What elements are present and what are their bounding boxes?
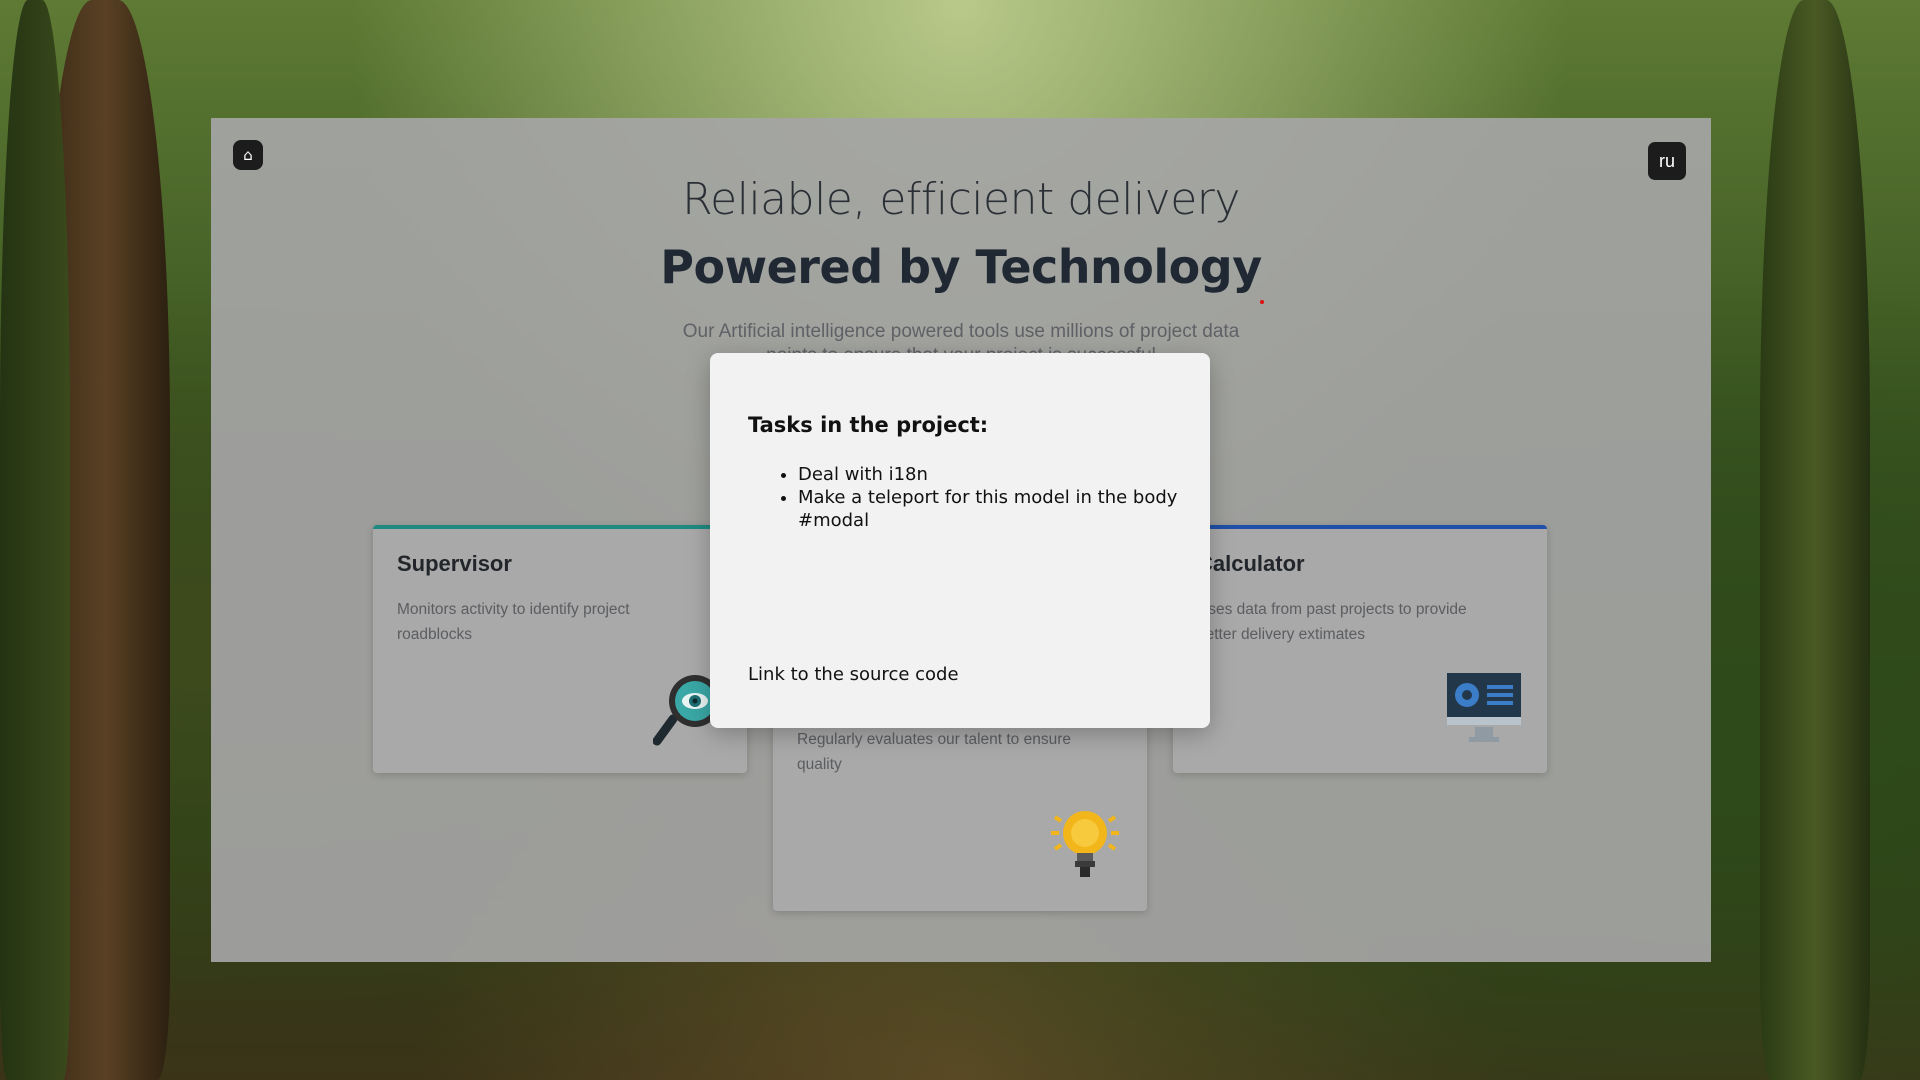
list-item: Deal with i18n [798, 463, 1238, 486]
card-title: Calculator [1197, 551, 1305, 576]
hero-title: Powered by Technology [660, 240, 1262, 294]
card-description: Monitors activity to identify project ro… [397, 601, 630, 643]
background-tree [1760, 0, 1870, 1080]
card-supervisor: Supervisor Monitors activity to identify… [373, 525, 747, 773]
card-calculator: Calculator Uses data from past projects … [1173, 525, 1547, 773]
home-button[interactable]: ⌂ [233, 140, 263, 170]
home-icon: ⌂ [243, 146, 253, 164]
card-title: Supervisor [397, 551, 512, 576]
background-tree [0, 0, 70, 1080]
hero-subtitle: Reliable, efficient delivery [682, 174, 1240, 225]
modal-title: Tasks in the project: [748, 413, 989, 437]
red-dot [1260, 300, 1264, 304]
card-description: Regularly evaluates our talent to ensure… [797, 731, 1071, 773]
tasks-modal: Tasks in the project: Deal with i18n Mak… [710, 353, 1210, 728]
card-description: Uses data from past projects to provide … [1197, 601, 1467, 643]
monitor-icon [1445, 671, 1523, 751]
task-list: Deal with i18n Make a teleport for this … [748, 463, 1238, 532]
lightbulb-icon [1047, 805, 1123, 889]
source-code-link[interactable]: Link to the source code [748, 664, 959, 685]
card-accent-bar [373, 525, 747, 529]
list-item: Make a teleport for this model in the bo… [798, 486, 1238, 532]
